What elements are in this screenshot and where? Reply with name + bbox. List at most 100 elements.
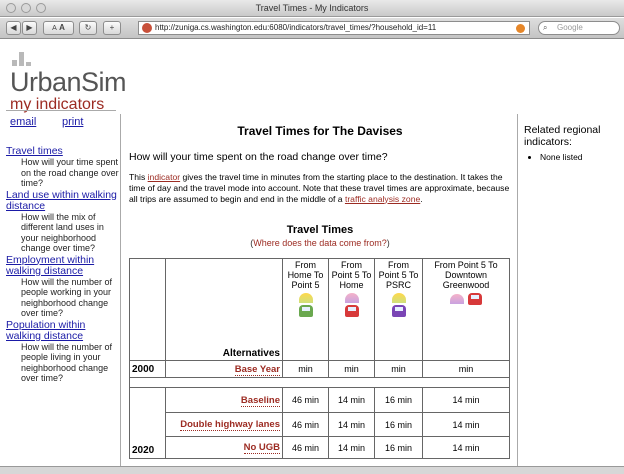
traffic-analysis-zone-link[interactable]: traffic analysis zone: [345, 194, 420, 204]
data-source-link[interactable]: Where does the data come from?: [253, 238, 387, 248]
window-titlebar: Travel Times - My Indicators: [0, 0, 624, 17]
address-bar[interactable]: http://zuniga.cs.washington.edu:6080/ind…: [138, 21, 530, 35]
value-cell: 16 min: [374, 436, 423, 459]
year-cell-2020: 2020: [129, 387, 166, 459]
rss-icon[interactable]: [516, 24, 525, 33]
alternative-link-baseline[interactable]: Baseline: [165, 387, 283, 413]
page-question: How will your time spent on the road cha…: [129, 151, 388, 163]
col-point5-to-home: From Point 5 To Home: [328, 258, 375, 361]
evening-sky-icon: [344, 293, 359, 303]
car-icon: [468, 293, 482, 305]
nav-item-population: Population within walking distance How w…: [6, 319, 119, 384]
col-home-to-point5: From Home To Point 5: [282, 258, 329, 361]
alternative-link-no-ugb[interactable]: No UGB: [165, 436, 283, 459]
value-cell: 14 min: [422, 412, 510, 437]
minimize-window-button[interactable]: [21, 3, 31, 13]
col-label: From Home To Point 5: [287, 260, 324, 290]
table-header-row: Alternatives From Home To Point 5 From P…: [129, 258, 510, 361]
value-cell: 14 min: [328, 436, 375, 459]
nav-desc-travel-times: How will your time spent on the road cha…: [21, 157, 119, 188]
nav-item-land-use: Land use within walking distance How wil…: [6, 189, 119, 254]
alternative-link-base-year[interactable]: Base Year: [165, 360, 283, 378]
value-cell: min: [374, 360, 423, 378]
window-bottom-edge: [0, 466, 624, 474]
value-cell: 14 min: [422, 436, 510, 459]
travel-times-table: Alternatives From Home To Point 5 From P…: [129, 258, 510, 459]
value-cell: min: [328, 360, 375, 378]
nav-link-land-use[interactable]: Land use within walking distance: [6, 189, 119, 212]
nav-item-employment: Employment within walking distance How w…: [6, 254, 119, 319]
zoom-window-button[interactable]: [36, 3, 46, 13]
value-cell: 16 min: [374, 412, 423, 437]
reload-icon[interactable]: ↻: [79, 21, 97, 35]
bus-icon: [298, 305, 313, 317]
alternatives-header: Alternatives: [165, 258, 283, 361]
page-title: Travel Times for The Davises: [237, 124, 403, 138]
table-row: No UGB 46 min 14 min 16 min 14 min: [130, 436, 510, 459]
window-controls: [6, 3, 46, 13]
left-divider: [120, 114, 121, 474]
value-cell: 16 min: [374, 387, 423, 413]
indicator-nav: Travel times How will your time spent on…: [6, 146, 119, 385]
intro-text-3: .: [420, 193, 423, 204]
col-point5-to-psrc: From Point 5 To PSRC: [374, 258, 423, 361]
table-row: 2000 Base Year min min min min: [129, 360, 510, 378]
intro-text-1: This: [129, 172, 148, 182]
indicator-link[interactable]: indicator: [148, 172, 180, 182]
empty-corner-cell: [129, 258, 166, 361]
nav-item-travel-times: Travel times How will your time spent on…: [6, 146, 119, 189]
year-cell-2000: 2000: [129, 360, 166, 378]
window-title: Travel Times - My Indicators: [255, 3, 369, 13]
forward-button[interactable]: ▶: [22, 21, 37, 35]
site-icon: [142, 23, 152, 33]
car-icon: [391, 305, 406, 317]
table-spacer-row: [129, 377, 510, 388]
table-title: Travel Times: [286, 224, 354, 236]
nav-link-population[interactable]: Population within walking distance: [6, 319, 119, 342]
value-cell: 46 min: [282, 436, 329, 459]
intro-text-2: gives the travel time in minutes from th…: [129, 172, 510, 204]
search-icon: ⌕: [543, 23, 548, 32]
nav-desc-population: How will the number of people living in …: [21, 341, 113, 384]
search-input[interactable]: ⌕ Google: [538, 21, 620, 35]
table-row: 2020 Baseline 46 min 14 min 16 min 14 mi…: [129, 387, 510, 459]
value-cell: 14 min: [328, 387, 375, 413]
right-divider: [517, 114, 518, 474]
back-button[interactable]: ◀: [6, 21, 21, 35]
nav-desc-land-use: How will the mix of different land uses …: [21, 211, 104, 254]
col-label: From Point 5 To Downtown Greenwood: [434, 260, 498, 290]
car-icon: [344, 305, 359, 317]
col-point5-to-downtown-greenwood: From Point 5 To Downtown Greenwood: [422, 258, 510, 361]
table-row: Double highway lanes 46 min 14 min 16 mi…: [130, 412, 510, 437]
alternative-link-double-highway-lanes[interactable]: Double highway lanes: [165, 412, 283, 437]
value-cell: min: [422, 360, 510, 378]
evening-sky-icon: [450, 294, 464, 304]
paren-close: ): [386, 238, 390, 248]
value-cell: 46 min: [282, 387, 329, 413]
related-indicators-list: None listed: [524, 152, 619, 162]
email-link[interactable]: email: [10, 116, 36, 128]
value-cell: min: [282, 360, 329, 378]
header-divider: [6, 110, 116, 111]
print-link[interactable]: print: [62, 116, 83, 128]
nav-link-employment[interactable]: Employment within walking distance: [6, 254, 119, 277]
col-label: From Point 5 To Home: [331, 260, 372, 290]
nav-desc-employment: How will the number of people working in…: [21, 276, 113, 319]
right-sidebar: Related regional indicators: None listed: [524, 124, 619, 162]
browser-toolbar: ◀ ▶ A A ↻ + http://zuniga.cs.washington.…: [0, 18, 624, 39]
text-larger-button[interactable]: A: [59, 23, 65, 32]
text-size-buttons[interactable]: A A: [43, 21, 74, 35]
text-smaller-button[interactable]: A: [52, 25, 57, 32]
value-cell: 14 min: [328, 412, 375, 437]
morning-sun-icon: [298, 293, 313, 303]
related-indicators-heading: Related regional indicators:: [524, 124, 601, 148]
value-cell: 14 min: [422, 387, 510, 413]
nav-link-travel-times[interactable]: Travel times: [6, 146, 119, 157]
intro-paragraph: This indicator gives the travel time in …: [129, 172, 511, 204]
urbansim-logo: UrbanSim my indicators: [10, 52, 130, 113]
add-bookmark-icon[interactable]: +: [103, 21, 121, 35]
search-placeholder: Google: [557, 23, 583, 32]
list-item: None listed: [540, 152, 619, 162]
col-label: From Point 5 To PSRC: [378, 260, 419, 290]
close-window-button[interactable]: [6, 3, 16, 13]
